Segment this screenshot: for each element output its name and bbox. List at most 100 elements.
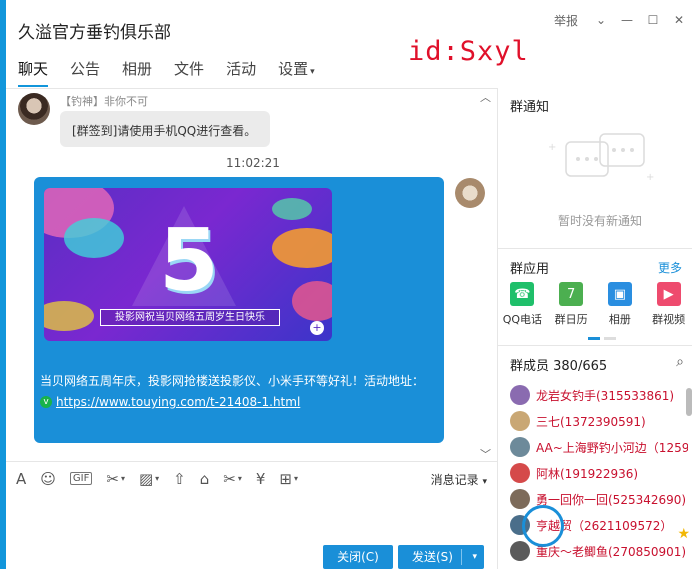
- chevron-down-icon: ▾: [482, 477, 487, 487]
- list-item[interactable]: 三七(1372390591): [510, 408, 688, 434]
- apps-title: 群应用: [510, 262, 550, 277]
- maximize-icon[interactable]: ☐: [640, 10, 666, 30]
- message-url-link[interactable]: https://www.touying.com/t-21408-1.html: [56, 395, 300, 409]
- app-qq-call[interactable]: ☎ QQ电话: [498, 282, 547, 332]
- gift-icon[interactable]: ⌂: [200, 470, 210, 488]
- close-button[interactable]: 关闭(C): [323, 545, 393, 569]
- section-divider: [498, 345, 692, 346]
- zoom-icon[interactable]: +: [310, 321, 324, 335]
- send-label: 发送(S): [412, 550, 453, 564]
- chevron-down-icon: ▾: [120, 474, 125, 483]
- member-scrollbar[interactable]: [686, 388, 692, 416]
- chevron-down-icon: ▾: [237, 474, 242, 483]
- app-label: 群日历: [554, 313, 588, 326]
- minimize-icon[interactable]: —: [614, 10, 640, 30]
- screenshot-icon[interactable]: ✂ ▾: [106, 470, 125, 488]
- click-indicator-circle: [522, 505, 564, 547]
- app-album[interactable]: ▣ 相册: [596, 282, 645, 332]
- tab-chat[interactable]: 聊天: [18, 58, 49, 87]
- message-text: 当贝网络五周年庆，投影网抢楼送投影仪、小米手环等好礼！活动地址：: [40, 374, 425, 388]
- message-bubble: [群签到]请使用手机QQ进行查看。: [60, 111, 270, 147]
- apps-pager: [588, 337, 616, 340]
- close-icon[interactable]: ✕: [666, 10, 692, 30]
- emoji-icon[interactable]: ☺: [40, 470, 56, 488]
- font-icon[interactable]: A: [16, 470, 26, 488]
- avatar: [510, 411, 530, 431]
- gif-icon[interactable]: GIF: [69, 472, 93, 485]
- window-controls: 举报 ⌄ — ☐ ✕: [554, 10, 692, 30]
- banner-shape: [292, 281, 332, 321]
- avatar[interactable]: [455, 178, 485, 208]
- avatar[interactable]: [18, 93, 50, 125]
- scroll-up-icon[interactable]: ︿: [480, 89, 491, 105]
- list-item[interactable]: AA~上海野钓小河边（1259: [510, 434, 688, 460]
- avatar: [510, 385, 530, 405]
- message-history-button[interactable]: 消息记录 ▾: [431, 471, 487, 488]
- notice-title: 群通知: [510, 100, 550, 115]
- member-name: 重庆～老鲫鱼(270850901): [536, 544, 687, 559]
- calendar-icon: 7: [559, 282, 584, 306]
- banner-number: 5: [159, 211, 219, 311]
- chevron-down-icon[interactable]: ▾: [472, 545, 477, 569]
- members-title: 群成员 380/665: [510, 359, 608, 374]
- id-watermark: id:Sxyl: [408, 36, 529, 67]
- red-packet-icon[interactable]: ¥: [256, 470, 266, 488]
- member-name: 勇一回你一回(525342690): [536, 492, 687, 507]
- scissors-icon[interactable]: ✂ ▾: [223, 470, 242, 488]
- tab-settings-label: 设置: [278, 60, 309, 78]
- message-link-row: v https://www.touying.com/t-21408-1.html: [40, 395, 300, 409]
- send-divider: [461, 549, 462, 565]
- member-name: AA~上海野钓小河边（1259: [536, 440, 688, 455]
- banner-shape: [64, 218, 124, 258]
- chevron-down-icon: ▾: [293, 474, 298, 483]
- notice-empty-text: 暂时没有新通知: [558, 214, 643, 228]
- list-item[interactable]: 龙岩女钓手(315533861): [510, 382, 688, 408]
- tab-album[interactable]: 相册: [122, 58, 152, 85]
- search-icon[interactable]: ⌕: [676, 354, 684, 370]
- banner-shape: [272, 198, 312, 220]
- upload-icon[interactable]: ⇧: [173, 470, 186, 488]
- avatar: [510, 489, 530, 509]
- app-label: QQ电话: [502, 313, 543, 326]
- svg-text:+: +: [548, 142, 556, 153]
- banner-shape: [272, 228, 332, 268]
- tab-settings[interactable]: 设置 ▾: [278, 58, 315, 85]
- scroll-down-icon[interactable]: ﹀: [480, 446, 491, 459]
- own-message-bubble: 5 投影网祝当贝网络五周岁生日快乐 + 当贝网络五周年庆，投影网抢楼送投影仪、小…: [34, 177, 444, 443]
- send-button[interactable]: 发送(S) ▾: [398, 545, 484, 569]
- message-input[interactable]: [6, 495, 497, 545]
- tab-activity[interactable]: 活动: [226, 58, 256, 85]
- app-label: 相册: [608, 313, 631, 326]
- group-apps: ☎ QQ电话 7 群日历 ▣ 相册 ▶ 群视频: [498, 282, 692, 332]
- group-tabs: 聊天 公告 相册 文件 活动 设置 ▾: [18, 58, 337, 87]
- avatar: [510, 463, 530, 483]
- app-label: 群视频: [652, 313, 686, 326]
- avatar: [510, 437, 530, 457]
- chevron-down-icon: ▾: [155, 474, 160, 483]
- app-video[interactable]: ▶ 群视频: [644, 282, 692, 332]
- apps-more-link[interactable]: 更多: [658, 259, 682, 276]
- list-item[interactable]: 阿林(191922936): [510, 460, 688, 486]
- avatar: [510, 541, 530, 561]
- star-icon: ★: [677, 526, 690, 542]
- phone-icon: ☎: [510, 282, 535, 306]
- photo-icon: ▣: [607, 282, 632, 306]
- banner-caption: 投影网祝当贝网络五周岁生日快乐: [100, 309, 280, 326]
- member-name: 三七(1372390591): [536, 414, 646, 429]
- image-icon[interactable]: ▨ ▾: [139, 470, 159, 488]
- group-chat-window: 久溢官方垂钓俱乐部 id:Sxyl 举报 ⌄ — ☐ ✕ 聊天 公告 相册 文件…: [6, 0, 692, 569]
- tab-announcement[interactable]: 公告: [70, 58, 100, 85]
- app-calendar[interactable]: 7 群日历: [547, 282, 596, 332]
- banner-image[interactable]: 5 投影网祝当贝网络五周岁生日快乐 +: [44, 188, 332, 341]
- report-link[interactable]: 举报: [554, 12, 578, 29]
- chevron-down-icon: ▾: [310, 67, 315, 77]
- dropdown-icon[interactable]: ⌄: [588, 10, 614, 30]
- video-icon: ▶: [656, 282, 681, 306]
- history-label: 消息记录: [430, 473, 479, 487]
- tab-files[interactable]: 文件: [174, 58, 204, 85]
- group-title: 久溢官方垂钓俱乐部: [18, 23, 171, 43]
- chat-history[interactable]: ︿ 【钓神】非你不可 [群签到]请使用手机QQ进行查看。 11:02:21 5 …: [6, 89, 497, 459]
- banner-shape: [44, 301, 94, 331]
- more-icon[interactable]: ⊞ ▾: [279, 470, 298, 488]
- message-sender: 【钓神】非你不可: [60, 95, 148, 108]
